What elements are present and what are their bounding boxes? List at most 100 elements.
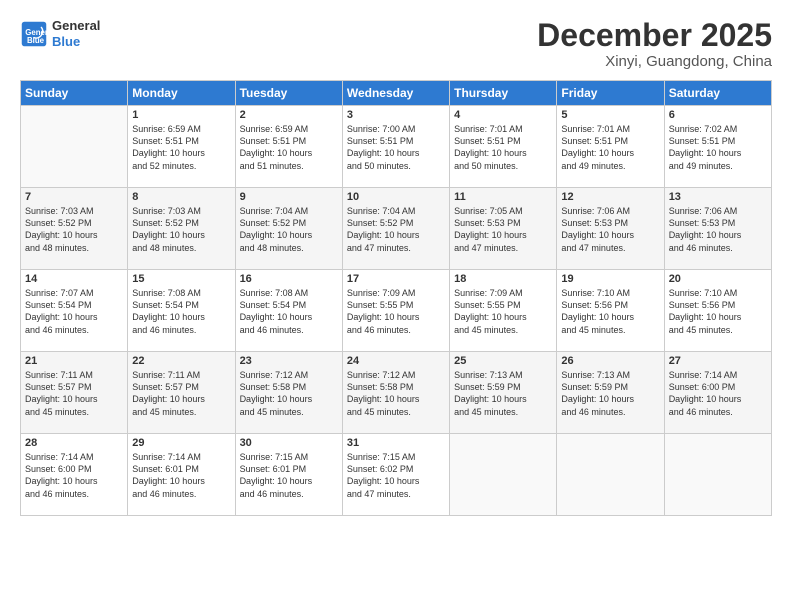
day-number: 17: [347, 273, 445, 285]
day-info: Sunrise: 7:15 AM Sunset: 6:01 PM Dayligh…: [240, 451, 338, 500]
day-info: Sunrise: 7:01 AM Sunset: 5:51 PM Dayligh…: [561, 123, 659, 172]
day-cell: 3 Sunrise: 7:00 AM Sunset: 5:51 PM Daylig…: [342, 106, 449, 188]
day-number: 16: [240, 273, 338, 285]
day-number: 3: [347, 109, 445, 121]
week-row-5: 28 Sunrise: 7:14 AM Sunset: 6:00 PM Dayli…: [21, 434, 772, 516]
day-cell: 31 Sunrise: 7:15 AM Sunset: 6:02 PM Dayli…: [342, 434, 449, 516]
day-cell: 15 Sunrise: 7:08 AM Sunset: 5:54 PM Dayli…: [128, 270, 235, 352]
day-info: Sunrise: 7:08 AM Sunset: 5:54 PM Dayligh…: [132, 287, 230, 336]
calendar-page: General Blue General Blue December 2025 …: [0, 0, 792, 612]
day-cell: 7Sunrise: 7:03 AM Sunset: 5:52 PM Daylig…: [21, 188, 128, 270]
day-info: Sunrise: 6:59 AM Sunset: 5:51 PM Dayligh…: [240, 123, 338, 172]
day-cell: 12Sunrise: 7:06 AM Sunset: 5:53 PM Dayli…: [557, 188, 664, 270]
day-cell: 22 Sunrise: 7:11 AM Sunset: 5:57 PM Dayli…: [128, 352, 235, 434]
day-info: Sunrise: 7:04 AM Sunset: 5:52 PM Dayligh…: [240, 205, 338, 254]
day-cell: 11 Sunrise: 7:05 AM Sunset: 5:53 PM Dayli…: [450, 188, 557, 270]
day-number: 2: [240, 109, 338, 121]
day-number: 24: [347, 355, 445, 367]
day-cell: 4 Sunrise: 7:01 AM Sunset: 5:51 PM Daylig…: [450, 106, 557, 188]
day-number: 4: [454, 109, 552, 121]
day-info: Sunrise: 7:01 AM Sunset: 5:51 PM Dayligh…: [454, 123, 552, 172]
col-header-friday: Friday: [557, 81, 664, 106]
day-number: 22: [132, 355, 230, 367]
day-cell: 6Sunrise: 7:02 AM Sunset: 5:51 PM Daylig…: [664, 106, 771, 188]
day-info: Sunrise: 7:10 AM Sunset: 5:56 PM Dayligh…: [669, 287, 767, 336]
day-info: Sunrise: 7:14 AM Sunset: 6:00 PM Dayligh…: [669, 369, 767, 418]
day-cell: 28 Sunrise: 7:14 AM Sunset: 6:00 PM Dayli…: [21, 434, 128, 516]
day-info: Sunrise: 7:09 AM Sunset: 5:55 PM Dayligh…: [454, 287, 552, 336]
day-cell: [557, 434, 664, 516]
week-row-2: 7Sunrise: 7:03 AM Sunset: 5:52 PM Daylig…: [21, 188, 772, 270]
day-cell: 13 Sunrise: 7:06 AM Sunset: 5:53 PM Dayli…: [664, 188, 771, 270]
day-info: Sunrise: 7:12 AM Sunset: 5:58 PM Dayligh…: [240, 369, 338, 418]
day-info: Sunrise: 7:12 AM Sunset: 5:58 PM Dayligh…: [347, 369, 445, 418]
week-row-4: 21 Sunrise: 7:11 AM Sunset: 5:57 PM Dayli…: [21, 352, 772, 434]
day-cell: 23Sunrise: 7:12 AM Sunset: 5:58 PM Dayli…: [235, 352, 342, 434]
calendar-table: SundayMondayTuesdayWednesdayThursdayFrid…: [20, 80, 772, 516]
day-info: Sunrise: 7:14 AM Sunset: 6:01 PM Dayligh…: [132, 451, 230, 500]
week-row-1: 1 Sunrise: 6:59 AM Sunset: 5:51 PM Daylig…: [21, 106, 772, 188]
day-number: 20: [669, 273, 767, 285]
day-info: Sunrise: 7:03 AM Sunset: 5:52 PM Dayligh…: [132, 205, 230, 254]
day-cell: 18 Sunrise: 7:09 AM Sunset: 5:55 PM Dayli…: [450, 270, 557, 352]
col-header-thursday: Thursday: [450, 81, 557, 106]
day-info: Sunrise: 7:04 AM Sunset: 5:52 PM Dayligh…: [347, 205, 445, 254]
logo-text-general: General: [52, 18, 100, 34]
day-cell: 1Sunrise: 6:59 AM Sunset: 5:51 PM Daylig…: [128, 106, 235, 188]
header-row: SundayMondayTuesdayWednesdayThursdayFrid…: [21, 81, 772, 106]
day-info: Sunrise: 7:13 AM Sunset: 5:59 PM Dayligh…: [454, 369, 552, 418]
col-header-monday: Monday: [128, 81, 235, 106]
day-number: 10: [347, 191, 445, 203]
day-info: Sunrise: 7:06 AM Sunset: 5:53 PM Dayligh…: [669, 205, 767, 254]
day-number: 5: [561, 109, 659, 121]
day-info: Sunrise: 7:14 AM Sunset: 6:00 PM Dayligh…: [25, 451, 123, 500]
day-cell: 5 Sunrise: 7:01 AM Sunset: 5:51 PM Daylig…: [557, 106, 664, 188]
month-title: December 2025: [537, 18, 772, 53]
title-block: December 2025 Xinyi, Guangdong, China: [537, 18, 772, 70]
day-number: 11: [454, 191, 552, 203]
day-cell: 27 Sunrise: 7:14 AM Sunset: 6:00 PM Dayli…: [664, 352, 771, 434]
day-info: Sunrise: 7:05 AM Sunset: 5:53 PM Dayligh…: [454, 205, 552, 254]
day-info: Sunrise: 7:15 AM Sunset: 6:02 PM Dayligh…: [347, 451, 445, 500]
day-cell: 30 Sunrise: 7:15 AM Sunset: 6:01 PM Dayli…: [235, 434, 342, 516]
day-number: 18: [454, 273, 552, 285]
day-number: 6: [669, 109, 767, 121]
col-header-tuesday: Tuesday: [235, 81, 342, 106]
day-cell: [664, 434, 771, 516]
day-cell: 19Sunrise: 7:10 AM Sunset: 5:56 PM Dayli…: [557, 270, 664, 352]
day-number: 13: [669, 191, 767, 203]
day-number: 30: [240, 437, 338, 449]
day-cell: 29 Sunrise: 7:14 AM Sunset: 6:01 PM Dayli…: [128, 434, 235, 516]
day-number: 31: [347, 437, 445, 449]
day-number: 8: [132, 191, 230, 203]
day-info: Sunrise: 7:13 AM Sunset: 5:59 PM Dayligh…: [561, 369, 659, 418]
logo-icon: General Blue: [20, 20, 48, 48]
day-info: Sunrise: 7:00 AM Sunset: 5:51 PM Dayligh…: [347, 123, 445, 172]
day-number: 27: [669, 355, 767, 367]
location-subtitle: Xinyi, Guangdong, China: [537, 53, 772, 70]
day-info: Sunrise: 7:10 AM Sunset: 5:56 PM Dayligh…: [561, 287, 659, 336]
logo: General Blue General Blue: [20, 18, 100, 49]
day-number: 29: [132, 437, 230, 449]
week-row-3: 14Sunrise: 7:07 AM Sunset: 5:54 PM Dayli…: [21, 270, 772, 352]
day-info: Sunrise: 7:03 AM Sunset: 5:52 PM Dayligh…: [25, 205, 123, 254]
day-number: 28: [25, 437, 123, 449]
day-number: 21: [25, 355, 123, 367]
day-info: Sunrise: 7:08 AM Sunset: 5:54 PM Dayligh…: [240, 287, 338, 336]
day-cell: 14Sunrise: 7:07 AM Sunset: 5:54 PM Dayli…: [21, 270, 128, 352]
day-cell: 21 Sunrise: 7:11 AM Sunset: 5:57 PM Dayli…: [21, 352, 128, 434]
col-header-sunday: Sunday: [21, 81, 128, 106]
day-number: 15: [132, 273, 230, 285]
day-info: Sunrise: 7:11 AM Sunset: 5:57 PM Dayligh…: [132, 369, 230, 418]
day-cell: 9 Sunrise: 7:04 AM Sunset: 5:52 PM Daylig…: [235, 188, 342, 270]
header: General Blue General Blue December 2025 …: [20, 18, 772, 70]
day-cell: 16 Sunrise: 7:08 AM Sunset: 5:54 PM Dayli…: [235, 270, 342, 352]
day-cell: 2 Sunrise: 6:59 AM Sunset: 5:51 PM Daylig…: [235, 106, 342, 188]
svg-text:Blue: Blue: [27, 35, 45, 44]
day-cell: 8 Sunrise: 7:03 AM Sunset: 5:52 PM Daylig…: [128, 188, 235, 270]
day-info: Sunrise: 7:11 AM Sunset: 5:57 PM Dayligh…: [25, 369, 123, 418]
day-number: 1: [132, 109, 230, 121]
logo-text-blue: Blue: [52, 34, 100, 50]
day-cell: 20 Sunrise: 7:10 AM Sunset: 5:56 PM Dayli…: [664, 270, 771, 352]
day-number: 9: [240, 191, 338, 203]
